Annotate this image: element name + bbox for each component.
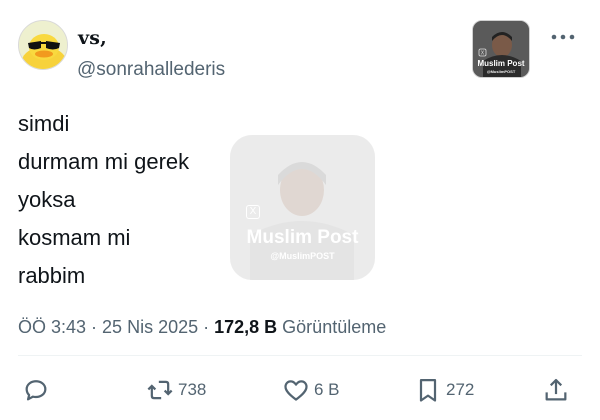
tweet-text: simdi durmam mi gerek yoksa kosmam mi ra… (18, 105, 189, 295)
tweet-line: durmam mi gerek (18, 149, 190, 174)
retweet-count: 738 (178, 380, 207, 399)
views-label[interactable]: Görüntüleme (277, 317, 386, 337)
tweet-meta: ÖÖ 3:43 · 25 Nis 2025 · 172,8 B Görüntül… (18, 317, 386, 338)
tweet-line: simdi (18, 111, 70, 136)
divider (18, 355, 582, 356)
tweet-line: yoksa (18, 187, 76, 212)
retweet-icon (147, 380, 173, 400)
tweet-time[interactable]: ÖÖ 3:43 (18, 317, 86, 337)
author-handle[interactable]: @sonrahallederis (77, 59, 225, 81)
bookmark-count: 272 (446, 380, 475, 399)
action-bar: 738 6 B 272 (0, 370, 600, 410)
avatar[interactable] (18, 20, 68, 70)
more-dots-icon (551, 34, 575, 40)
watermark-subtitle: @MuslimPOST (270, 251, 335, 261)
heart-icon (284, 380, 308, 401)
like-count: 6 B (314, 380, 340, 399)
badge-subtitle: @MuslimPOST (486, 69, 516, 74)
watermark-title: Muslim Post (246, 227, 359, 248)
meta-separator: · (86, 317, 103, 337)
badge-title: Muslim Post (477, 59, 525, 68)
share-icon (545, 378, 567, 401)
views-count[interactable]: 172,8 B (214, 317, 277, 337)
duck-avatar-icon (19, 21, 67, 69)
retweet-button[interactable]: 738 (146, 370, 206, 410)
author-display-name[interactable]: vs, (78, 27, 107, 49)
meta-separator: · (198, 317, 215, 337)
more-options-button[interactable] (550, 24, 576, 47)
bookmark-button[interactable]: 272 (414, 370, 474, 410)
tweet-line: kosmam mi (18, 225, 131, 250)
like-button[interactable]: 6 B (282, 370, 340, 410)
reply-button[interactable] (22, 370, 50, 410)
watermark-logo: X Muslim Post @MuslimPOST (230, 135, 375, 280)
share-button[interactable] (542, 370, 570, 410)
x-logo-icon: X (246, 205, 260, 219)
tweet-line: rabbim (18, 263, 86, 288)
reply-icon (25, 380, 47, 401)
bookmark-icon (419, 378, 437, 402)
svg-text:X: X (481, 51, 485, 57)
source-badge[interactable]: X Muslim Post @MuslimPOST (472, 20, 530, 78)
tweet-date[interactable]: 25 Nis 2025 (102, 317, 198, 337)
